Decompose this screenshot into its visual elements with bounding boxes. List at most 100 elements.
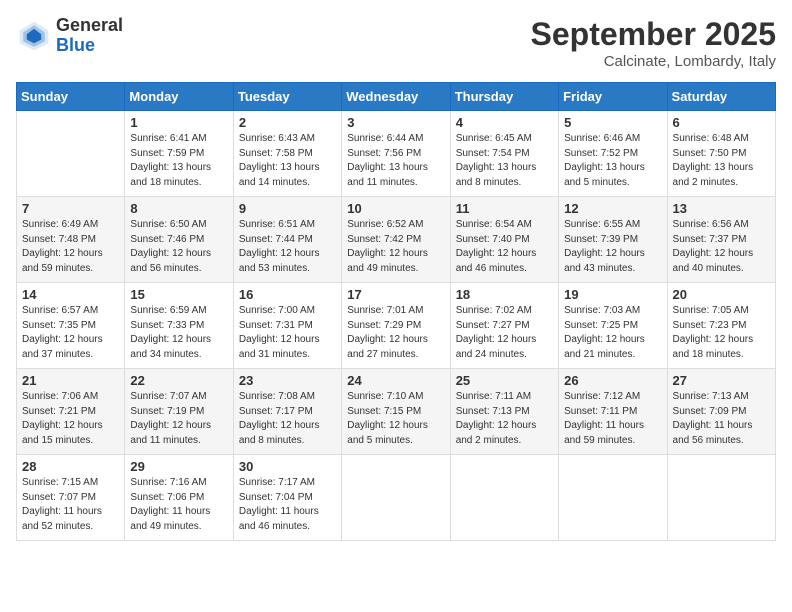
week-row-1: 1 Sunrise: 6:41 AM Sunset: 7:59 PM Daylig… — [17, 111, 776, 197]
day-info: Sunrise: 6:52 AM Sunset: 7:42 PM Dayligh… — [347, 218, 444, 276]
logo-icon — [16, 18, 52, 54]
day-info: Sunrise: 7:05 AM Sunset: 7:23 PM Dayligh… — [673, 304, 770, 362]
day-number: 17 — [347, 287, 444, 302]
day-info: Sunrise: 7:11 AM Sunset: 7:13 PM Dayligh… — [456, 390, 553, 448]
day-info: Sunrise: 6:57 AM Sunset: 7:35 PM Dayligh… — [22, 304, 119, 362]
day-cell: 5Sunrise: 6:46 AM Sunset: 7:52 PM Daylig… — [559, 111, 667, 197]
day-number: 23 — [239, 373, 336, 388]
day-number: 13 — [673, 201, 770, 216]
day-cell: 9 Sunrise: 6:51 AM Sunset: 7:44 PM Daylig… — [233, 197, 341, 283]
header-wednesday: Wednesday — [342, 83, 450, 111]
day-number: 16 — [239, 287, 336, 302]
day-cell: 24 Sunrise: 7:10 AM Sunset: 7:15 PM Dayli… — [342, 369, 450, 455]
day-info: Sunrise: 6:41 AM Sunset: 7:59 PM Dayligh… — [130, 132, 227, 190]
day-cell: 11 Sunrise: 6:54 AM Sunset: 7:40 PM Dayli… — [450, 197, 558, 283]
day-number: 19 — [564, 287, 661, 302]
header-thursday: Thursday — [450, 83, 558, 111]
day-info: Sunrise: 7:06 AM Sunset: 7:21 PM Dayligh… — [22, 390, 119, 448]
day-cell: 26Sunrise: 7:12 AM Sunset: 7:11 PM Dayli… — [559, 369, 667, 455]
day-info: Sunrise: 7:16 AM Sunset: 7:06 PM Dayligh… — [130, 476, 227, 534]
day-cell: 15 Sunrise: 6:59 AM Sunset: 7:33 PM Dayli… — [125, 283, 233, 369]
day-info: Sunrise: 7:02 AM Sunset: 7:27 PM Dayligh… — [456, 304, 553, 362]
day-number: 15 — [130, 287, 227, 302]
day-cell: 29 Sunrise: 7:16 AM Sunset: 7:06 PM Dayli… — [125, 455, 233, 541]
day-info: Sunrise: 7:08 AM Sunset: 7:17 PM Dayligh… — [239, 390, 336, 448]
week-row-4: 21 Sunrise: 7:06 AM Sunset: 7:21 PM Dayli… — [17, 369, 776, 455]
day-cell: 23 Sunrise: 7:08 AM Sunset: 7:17 PM Dayli… — [233, 369, 341, 455]
day-number: 20 — [673, 287, 770, 302]
day-info: Sunrise: 6:55 AM Sunset: 7:39 PM Dayligh… — [564, 218, 661, 276]
day-number: 1 — [130, 115, 227, 130]
day-info: Sunrise: 7:00 AM Sunset: 7:31 PM Dayligh… — [239, 304, 336, 362]
day-number: 8 — [130, 201, 227, 216]
page-header: General Blue September 2025 Calcinate, L… — [16, 16, 776, 70]
logo-blue: Blue — [56, 36, 123, 56]
day-cell — [559, 455, 667, 541]
day-cell: 13Sunrise: 6:56 AM Sunset: 7:37 PM Dayli… — [667, 197, 775, 283]
day-cell: 4Sunrise: 6:45 AM Sunset: 7:54 PM Daylig… — [450, 111, 558, 197]
logo-text: General Blue — [56, 16, 123, 56]
day-info: Sunrise: 6:48 AM Sunset: 7:50 PM Dayligh… — [673, 132, 770, 190]
day-cell: 16 Sunrise: 7:00 AM Sunset: 7:31 PM Dayli… — [233, 283, 341, 369]
day-number: 4 — [456, 115, 553, 130]
day-info: Sunrise: 6:43 AM Sunset: 7:58 PM Dayligh… — [239, 132, 336, 190]
day-number: 9 — [239, 201, 336, 216]
day-info: Sunrise: 6:50 AM Sunset: 7:46 PM Dayligh… — [130, 218, 227, 276]
day-cell: 30Sunrise: 7:17 AM Sunset: 7:04 PM Dayli… — [233, 455, 341, 541]
day-cell: 20 Sunrise: 7:05 AM Sunset: 7:23 PM Dayli… — [667, 283, 775, 369]
day-number: 3 — [347, 115, 444, 130]
day-cell: 27 Sunrise: 7:13 AM Sunset: 7:09 PM Dayli… — [667, 369, 775, 455]
day-info: Sunrise: 7:10 AM Sunset: 7:15 PM Dayligh… — [347, 390, 444, 448]
day-number: 26 — [564, 373, 661, 388]
day-number: 24 — [347, 373, 444, 388]
day-cell: 3Sunrise: 6:44 AM Sunset: 7:56 PM Daylig… — [342, 111, 450, 197]
day-info: Sunrise: 7:03 AM Sunset: 7:25 PM Dayligh… — [564, 304, 661, 362]
day-info: Sunrise: 7:01 AM Sunset: 7:29 PM Dayligh… — [347, 304, 444, 362]
header-sunday: Sunday — [17, 83, 125, 111]
day-number: 6 — [673, 115, 770, 130]
header-monday: Monday — [125, 83, 233, 111]
day-number: 30 — [239, 459, 336, 474]
day-cell — [17, 111, 125, 197]
day-number: 14 — [22, 287, 119, 302]
header-tuesday: Tuesday — [233, 83, 341, 111]
day-cell — [667, 455, 775, 541]
day-number: 21 — [22, 373, 119, 388]
day-cell: 2 Sunrise: 6:43 AM Sunset: 7:58 PM Daylig… — [233, 111, 341, 197]
day-number: 11 — [456, 201, 553, 216]
day-cell: 17 Sunrise: 7:01 AM Sunset: 7:29 PM Dayli… — [342, 283, 450, 369]
day-cell: 8 Sunrise: 6:50 AM Sunset: 7:46 PM Daylig… — [125, 197, 233, 283]
day-info: Sunrise: 7:15 AM Sunset: 7:07 PM Dayligh… — [22, 476, 119, 534]
day-cell: 18 Sunrise: 7:02 AM Sunset: 7:27 PM Dayli… — [450, 283, 558, 369]
day-cell: 14 Sunrise: 6:57 AM Sunset: 7:35 PM Dayli… — [17, 283, 125, 369]
day-info: Sunrise: 6:54 AM Sunset: 7:40 PM Dayligh… — [456, 218, 553, 276]
month-year: September 2025 — [531, 16, 776, 53]
day-number: 2 — [239, 115, 336, 130]
day-number: 10 — [347, 201, 444, 216]
day-number: 18 — [456, 287, 553, 302]
day-number: 29 — [130, 459, 227, 474]
day-number: 28 — [22, 459, 119, 474]
location: Calcinate, Lombardy, Italy — [531, 53, 776, 70]
day-cell: 25 Sunrise: 7:11 AM Sunset: 7:13 PM Dayli… — [450, 369, 558, 455]
day-info: Sunrise: 6:49 AM Sunset: 7:48 PM Dayligh… — [22, 218, 119, 276]
day-cell: 19 Sunrise: 7:03 AM Sunset: 7:25 PM Dayli… — [559, 283, 667, 369]
day-cell: 22Sunrise: 7:07 AM Sunset: 7:19 PM Dayli… — [125, 369, 233, 455]
logo-general: General — [56, 16, 123, 36]
title-block: September 2025 Calcinate, Lombardy, Ital… — [531, 16, 776, 70]
day-info: Sunrise: 6:51 AM Sunset: 7:44 PM Dayligh… — [239, 218, 336, 276]
day-info: Sunrise: 6:59 AM Sunset: 7:33 PM Dayligh… — [130, 304, 227, 362]
day-number: 27 — [673, 373, 770, 388]
calendar-table: SundayMondayTuesdayWednesdayThursdayFrid… — [16, 82, 776, 541]
day-cell: 7Sunrise: 6:49 AM Sunset: 7:48 PM Daylig… — [17, 197, 125, 283]
day-info: Sunrise: 7:07 AM Sunset: 7:19 PM Dayligh… — [130, 390, 227, 448]
day-cell: 10 Sunrise: 6:52 AM Sunset: 7:42 PM Dayli… — [342, 197, 450, 283]
week-row-3: 14 Sunrise: 6:57 AM Sunset: 7:35 PM Dayli… — [17, 283, 776, 369]
day-info: Sunrise: 6:46 AM Sunset: 7:52 PM Dayligh… — [564, 132, 661, 190]
day-info: Sunrise: 7:13 AM Sunset: 7:09 PM Dayligh… — [673, 390, 770, 448]
day-number: 25 — [456, 373, 553, 388]
day-cell: 6 Sunrise: 6:48 AM Sunset: 7:50 PM Daylig… — [667, 111, 775, 197]
header-friday: Friday — [559, 83, 667, 111]
week-row-5: 28 Sunrise: 7:15 AM Sunset: 7:07 PM Dayli… — [17, 455, 776, 541]
header-saturday: Saturday — [667, 83, 775, 111]
